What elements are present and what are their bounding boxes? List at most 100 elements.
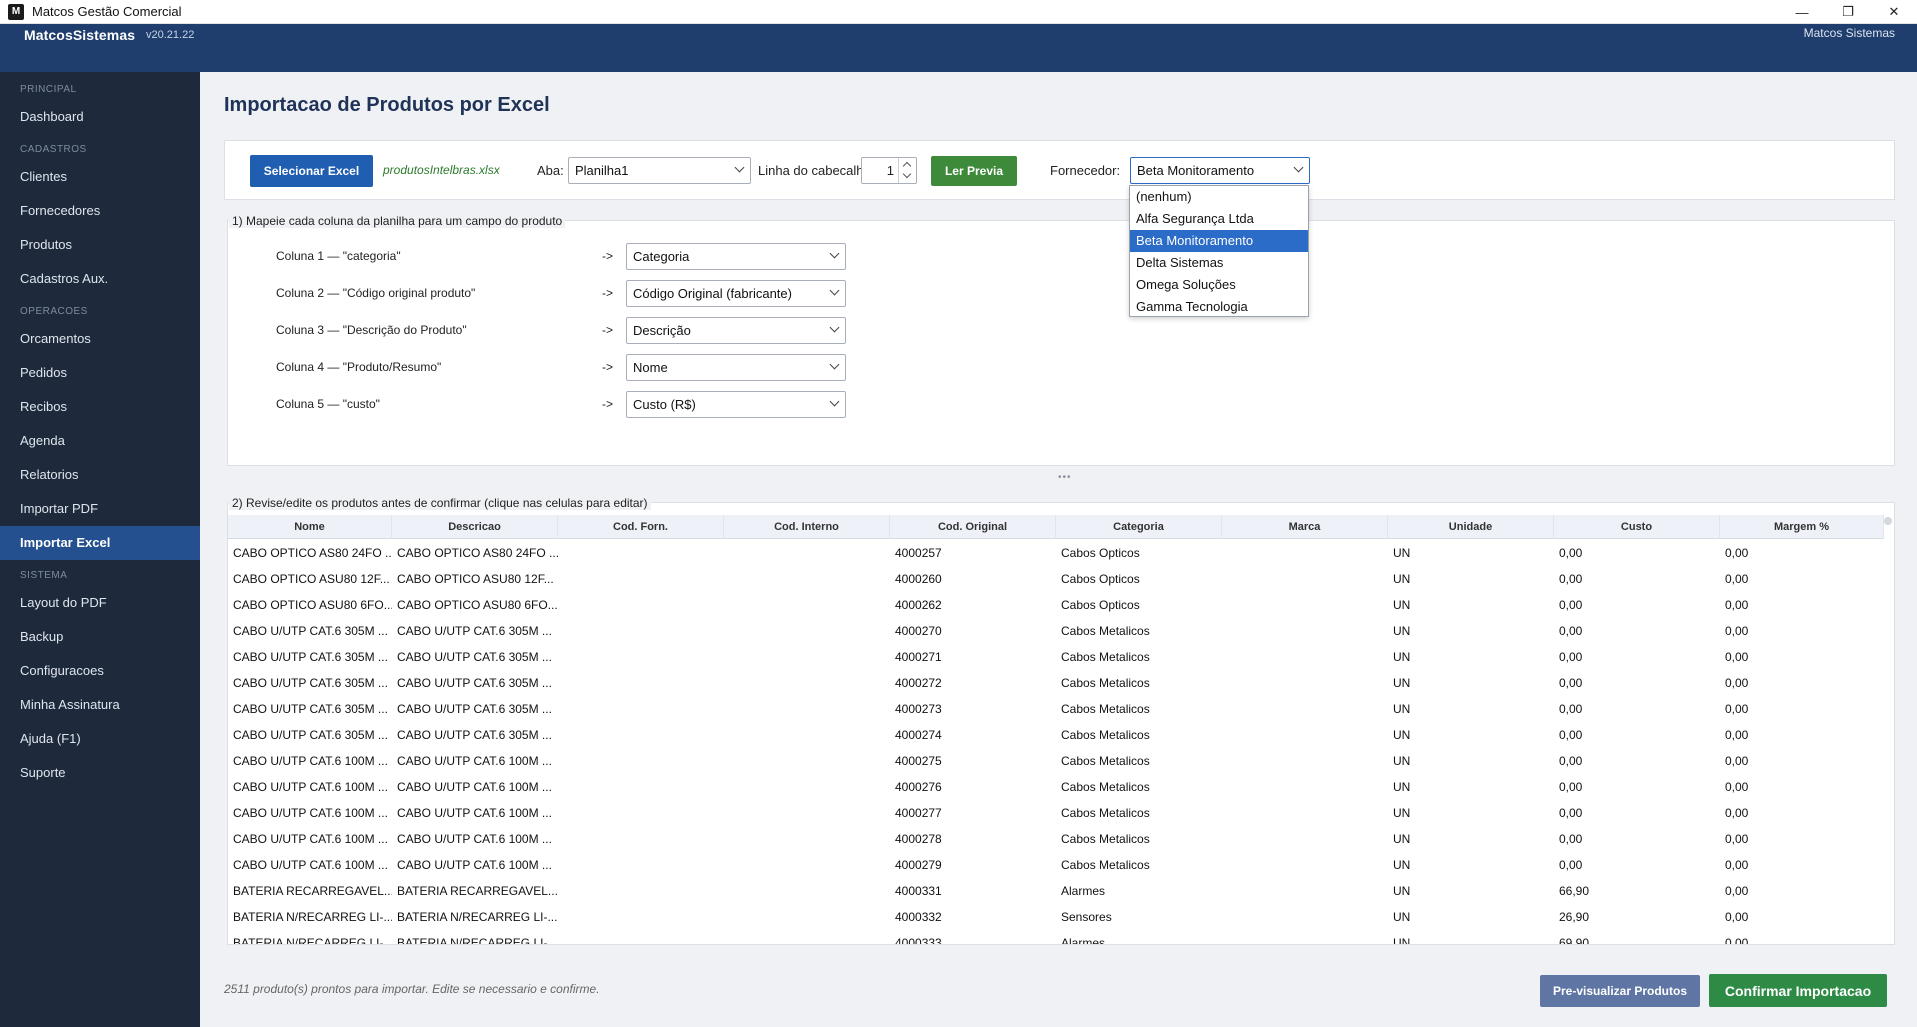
table-cell[interactable]: CABO U/UTP CAT.6 100M ...: [392, 774, 558, 800]
column-header[interactable]: Cod. Forn.: [558, 515, 724, 539]
table-cell[interactable]: Cabos Metalicos: [1056, 826, 1222, 852]
table-cell[interactable]: CABO U/UTP CAT.6 100M ...: [228, 800, 392, 826]
table-cell[interactable]: UN: [1388, 540, 1554, 566]
table-cell[interactable]: UN: [1388, 748, 1554, 774]
table-cell[interactable]: [1222, 930, 1388, 944]
table-cell[interactable]: CABO OPTICO ASU80 12F...: [392, 566, 558, 592]
sidebar-item-cadastros-aux[interactable]: Cadastros Aux.: [0, 262, 200, 296]
table-cell[interactable]: CABO U/UTP CAT.6 100M ...: [392, 800, 558, 826]
table-cell[interactable]: CABO U/UTP CAT.6 305M ...: [392, 670, 558, 696]
table-cell[interactable]: CABO OPTICO AS80 24FO ...: [392, 540, 558, 566]
table-cell[interactable]: 0,00: [1720, 566, 1884, 592]
table-cell[interactable]: 4000331: [890, 878, 1056, 904]
table-cell[interactable]: CABO U/UTP CAT.6 305M ...: [228, 618, 392, 644]
table-cell[interactable]: CABO OPTICO AS80 24FO ...: [228, 540, 392, 566]
table-cell[interactable]: Cabos Opticos: [1056, 540, 1222, 566]
table-cell[interactable]: [724, 774, 890, 800]
table-cell[interactable]: 4000257: [890, 540, 1056, 566]
table-cell[interactable]: CABO U/UTP CAT.6 100M ...: [228, 748, 392, 774]
table-cell[interactable]: 0,00: [1720, 644, 1884, 670]
column-header[interactable]: Margem %: [1720, 515, 1884, 539]
table-cell[interactable]: [558, 566, 724, 592]
table-cell[interactable]: [1222, 826, 1388, 852]
table-cell[interactable]: [558, 540, 724, 566]
table-cell[interactable]: 4000275: [890, 748, 1056, 774]
table-cell[interactable]: 4000271: [890, 644, 1056, 670]
table-cell[interactable]: [724, 826, 890, 852]
table-cell[interactable]: [1222, 696, 1388, 722]
table-cell[interactable]: Alarmes: [1056, 878, 1222, 904]
table-cell[interactable]: [1222, 540, 1388, 566]
table-cell[interactable]: BATERIA N/RECARREG LI-...: [392, 904, 558, 930]
table-row[interactable]: CABO U/UTP CAT.6 305M ... CABO U/UTP CAT.…: [228, 670, 1884, 696]
table-cell[interactable]: [1222, 878, 1388, 904]
table-cell[interactable]: BATERIA RECARREGAVEL...: [392, 878, 558, 904]
table-cell[interactable]: CABO U/UTP CAT.6 305M ...: [392, 696, 558, 722]
table-cell[interactable]: [724, 748, 890, 774]
table-cell[interactable]: CABO U/UTP CAT.6 305M ...: [392, 644, 558, 670]
table-cell[interactable]: 4000332: [890, 904, 1056, 930]
mapping-field-select[interactable]: Nome: [626, 354, 846, 381]
column-header[interactable]: Nome: [228, 515, 392, 539]
sidebar-item-backup[interactable]: Backup: [0, 620, 200, 654]
table-cell[interactable]: Cabos Metalicos: [1056, 852, 1222, 878]
column-header[interactable]: Marca: [1222, 515, 1388, 539]
supplier-option[interactable]: Beta Monitoramento: [1130, 230, 1308, 252]
table-cell[interactable]: CABO U/UTP CAT.6 305M ...: [392, 722, 558, 748]
table-cell[interactable]: 0,00: [1554, 774, 1720, 800]
table-cell[interactable]: CABO U/UTP CAT.6 100M ...: [392, 748, 558, 774]
column-header[interactable]: Unidade: [1388, 515, 1554, 539]
table-cell[interactable]: [558, 644, 724, 670]
table-row[interactable]: BATERIA N/RECARREG LI-... BATERIA N/RECAR…: [228, 904, 1884, 930]
confirm-import-button[interactable]: Confirmar Importacao: [1709, 974, 1887, 1007]
table-cell[interactable]: [724, 722, 890, 748]
table-cell[interactable]: 4000276: [890, 774, 1056, 800]
table-cell[interactable]: 26,90: [1554, 904, 1720, 930]
table-row[interactable]: CABO U/UTP CAT.6 305M ... CABO U/UTP CAT.…: [228, 618, 1884, 644]
sidebar-item-relatorios[interactable]: Relatorios: [0, 458, 200, 492]
table-row[interactable]: BATERIA N/RECARREG LI-... BATERIA N/RECAR…: [228, 930, 1884, 944]
preview-products-button[interactable]: Pre-visualizar Produtos: [1540, 975, 1700, 1007]
table-cell[interactable]: [558, 826, 724, 852]
scroll-thumb[interactable]: [1884, 517, 1892, 525]
column-header[interactable]: Cod. Original: [890, 515, 1056, 539]
table-cell[interactable]: CABO U/UTP CAT.6 100M ...: [392, 852, 558, 878]
column-header[interactable]: Descricao: [392, 515, 558, 539]
sidebar-item-agenda[interactable]: Agenda: [0, 424, 200, 458]
table-cell[interactable]: UN: [1388, 722, 1554, 748]
panel-splitter[interactable]: •••: [1058, 472, 1072, 483]
table-cell[interactable]: [1222, 852, 1388, 878]
table-cell[interactable]: 4000279: [890, 852, 1056, 878]
table-cell[interactable]: 0,00: [1554, 722, 1720, 748]
table-cell[interactable]: [558, 748, 724, 774]
table-cell[interactable]: 0,00: [1554, 696, 1720, 722]
sidebar-item-dashboard[interactable]: Dashboard: [0, 100, 200, 134]
table-row[interactable]: CABO OPTICO AS80 24FO ... CABO OPTICO AS8…: [228, 540, 1884, 566]
column-header[interactable]: Custo: [1554, 515, 1720, 539]
table-cell[interactable]: CABO U/UTP CAT.6 305M ...: [392, 618, 558, 644]
table-cell[interactable]: [558, 696, 724, 722]
table-cell[interactable]: 4000270: [890, 618, 1056, 644]
table-cell[interactable]: 4000272: [890, 670, 1056, 696]
mapping-field-select[interactable]: Categoria: [626, 243, 846, 270]
table-cell[interactable]: [558, 800, 724, 826]
restore-icon[interactable]: ❐: [1825, 0, 1871, 24]
table-cell[interactable]: UN: [1388, 774, 1554, 800]
table-cell[interactable]: 0,00: [1554, 826, 1720, 852]
table-cell[interactable]: [724, 670, 890, 696]
table-cell[interactable]: CABO U/UTP CAT.6 305M ...: [228, 722, 392, 748]
table-cell[interactable]: UN: [1388, 826, 1554, 852]
sidebar-item-orcamentos[interactable]: Orcamentos: [0, 322, 200, 356]
table-cell[interactable]: 0,00: [1720, 748, 1884, 774]
table-cell[interactable]: 4000277: [890, 800, 1056, 826]
table-cell[interactable]: [1222, 618, 1388, 644]
table-cell[interactable]: [724, 618, 890, 644]
table-cell[interactable]: Cabos Metalicos: [1056, 618, 1222, 644]
table-cell[interactable]: 0,00: [1720, 722, 1884, 748]
table-cell[interactable]: 0,00: [1554, 592, 1720, 618]
table-cell[interactable]: [724, 904, 890, 930]
table-cell[interactable]: 0,00: [1554, 748, 1720, 774]
table-cell[interactable]: [558, 852, 724, 878]
sidebar-item-configuracoes[interactable]: Configuracoes: [0, 654, 200, 688]
sidebar-item-importar-excel[interactable]: Importar Excel: [0, 526, 200, 560]
